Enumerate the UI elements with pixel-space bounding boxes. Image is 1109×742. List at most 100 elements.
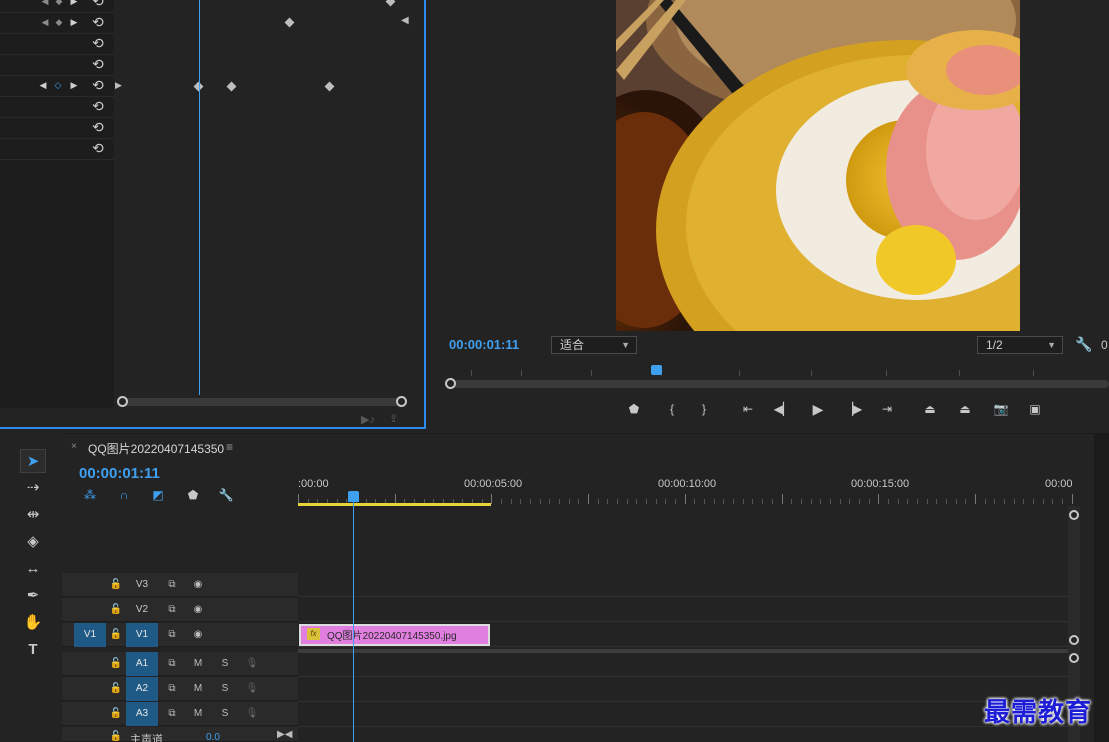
next-keyframe-icon[interactable]: ▶ bbox=[69, 16, 79, 28]
track-lane-v2[interactable] bbox=[298, 598, 1068, 622]
track-target-a3[interactable]: A3 bbox=[126, 702, 158, 726]
microphone-icon[interactable]: 🎙 bbox=[244, 652, 260, 676]
reset-icon[interactable]: ⟲ bbox=[92, 14, 108, 30]
snap-icon[interactable]: ∩ bbox=[116, 487, 132, 503]
sync-lock-icon[interactable]: ⧉ bbox=[164, 702, 180, 726]
track-target-v2[interactable]: V2 bbox=[126, 598, 158, 622]
hand-icon[interactable]: ✋ bbox=[20, 611, 46, 635]
scroll-handle[interactable] bbox=[1069, 653, 1079, 663]
solo-button[interactable]: S bbox=[217, 677, 233, 701]
program-time-ruler[interactable] bbox=[441, 362, 1109, 390]
microphone-icon[interactable]: 🎙 bbox=[244, 677, 260, 701]
extract-icon[interactable]: ⏏ bbox=[955, 400, 975, 418]
timeline-timecode[interactable]: 00:00:01:11 bbox=[79, 465, 160, 482]
fx-badge-icon[interactable]: fx bbox=[307, 628, 320, 640]
wrench-icon[interactable]: 🔧 bbox=[218, 487, 234, 503]
mute-button[interactable]: M bbox=[190, 652, 206, 676]
prev-keyframe-icon[interactable]: ◀ bbox=[40, 16, 50, 28]
scroll-start-handle[interactable] bbox=[445, 378, 456, 389]
track-lane-a2[interactable] bbox=[298, 678, 1068, 702]
effect-controls-scrollbar[interactable] bbox=[117, 396, 407, 407]
lock-icon[interactable]: 🔓 bbox=[108, 652, 124, 676]
program-timecode[interactable]: 00:00:01:11 bbox=[449, 337, 519, 352]
add-keyframe-icon[interactable]: ◇ bbox=[53, 79, 63, 91]
add-keyframe-icon[interactable]: ◆ bbox=[54, 16, 64, 28]
add-keyframe-icon[interactable]: ◆ bbox=[54, 0, 64, 7]
scroll-end-handle[interactable] bbox=[396, 396, 407, 407]
lock-icon[interactable]: 🔓 bbox=[108, 677, 124, 701]
lock-icon[interactable]: 🔓 bbox=[108, 573, 124, 597]
keyframe-diamond-icon[interactable] bbox=[226, 81, 237, 92]
track-lane-v3[interactable] bbox=[298, 573, 1068, 597]
keyframe-diamond-icon[interactable] bbox=[324, 81, 335, 92]
microphone-icon[interactable]: 🎙 bbox=[244, 702, 260, 726]
linked-selection-icon[interactable]: ◩ bbox=[150, 487, 166, 503]
timeline-playhead[interactable] bbox=[353, 500, 354, 742]
track-lane-a1[interactable] bbox=[298, 653, 1068, 677]
scroll-handle[interactable] bbox=[1069, 635, 1079, 645]
prev-keyframe-icon[interactable]: ◀ bbox=[40, 0, 50, 7]
sync-lock-icon[interactable]: ⧉ bbox=[164, 623, 180, 647]
reset-icon[interactable]: ⟲ bbox=[92, 98, 108, 114]
lock-icon[interactable]: 🔓 bbox=[108, 598, 124, 622]
track-select-forward-icon[interactable]: ⇢ bbox=[20, 476, 46, 500]
track-target-a2[interactable]: A2 bbox=[126, 677, 158, 701]
program-zoom-scrollbar[interactable] bbox=[445, 378, 1109, 389]
eye-icon[interactable]: ◉ bbox=[190, 598, 206, 622]
export-icon[interactable]: ⇪ bbox=[389, 412, 398, 425]
sync-lock-icon[interactable]: ⧉ bbox=[164, 677, 180, 701]
add-marker-icon[interactable]: ⬟ bbox=[624, 400, 644, 418]
lock-icon[interactable]: 🔓 bbox=[108, 727, 124, 742]
lock-icon[interactable]: 🔓 bbox=[108, 702, 124, 726]
timeline-time-ruler[interactable]: :00:00 00:00:05:00 00:00:10:00 00:00:15:… bbox=[298, 474, 1073, 506]
master-volume-value[interactable]: 0.0 bbox=[206, 732, 220, 742]
source-patch-v1[interactable]: V1 bbox=[74, 623, 106, 647]
go-to-out-icon[interactable]: ⇥ bbox=[877, 400, 897, 418]
step-back-icon[interactable]: ◀▏ bbox=[773, 400, 793, 418]
solo-button[interactable]: S bbox=[217, 652, 233, 676]
ripple-edit-icon[interactable]: ⇹ bbox=[20, 503, 46, 527]
panel-menu-icon[interactable]: ≡ bbox=[226, 440, 233, 454]
keyframe-graph-area[interactable]: ◀ ▶ bbox=[114, 0, 424, 408]
next-keyframe-icon[interactable]: ▶ bbox=[69, 0, 79, 7]
prev-keyframe-icon[interactable]: ◀ bbox=[38, 79, 48, 91]
go-to-end-icon[interactable]: ▶◀ bbox=[277, 729, 292, 740]
scroll-handle[interactable] bbox=[1069, 510, 1079, 520]
mark-in-icon[interactable]: { bbox=[662, 400, 682, 418]
next-keyframe-icon[interactable]: ▶ bbox=[69, 79, 79, 91]
keyframe-diamond-icon[interactable] bbox=[284, 17, 295, 28]
lock-icon[interactable]: 🔓 bbox=[108, 623, 124, 647]
keyframe-diamond-icon[interactable] bbox=[385, 0, 396, 7]
selection-tool-icon[interactable]: ➤ bbox=[20, 449, 46, 473]
track-target-a1[interactable]: A1 bbox=[126, 652, 158, 676]
sync-lock-icon[interactable]: ⧉ bbox=[164, 573, 180, 597]
track-target-v3[interactable]: V3 bbox=[126, 573, 158, 597]
nest-sequence-icon[interactable]: ⁂ bbox=[82, 487, 98, 503]
zoom-level-dropdown[interactable]: 适合 ▼ bbox=[551, 336, 637, 354]
effect-controls-playhead[interactable] bbox=[199, 0, 200, 395]
sequence-tab-title[interactable]: QQ图片20220407145350 bbox=[88, 440, 224, 457]
sync-lock-icon[interactable]: ⧉ bbox=[164, 598, 180, 622]
sync-lock-icon[interactable]: ⧉ bbox=[164, 652, 180, 676]
step-forward-icon[interactable]: ▕▶ bbox=[843, 400, 863, 418]
resolution-dropdown[interactable]: 1/2 ▼ bbox=[977, 336, 1063, 354]
mute-button[interactable]: M bbox=[190, 677, 206, 701]
eye-icon[interactable]: ◉ bbox=[190, 623, 206, 647]
timeline-clip[interactable]: fx QQ图片20220407145350.jpg bbox=[299, 624, 490, 646]
eye-icon[interactable]: ◉ bbox=[190, 573, 206, 597]
add-marker-icon[interactable]: ⬟ bbox=[185, 487, 201, 503]
close-tab-icon[interactable]: × bbox=[71, 441, 77, 452]
slip-icon[interactable]: ↔ bbox=[20, 557, 46, 581]
program-playhead[interactable] bbox=[651, 365, 662, 375]
reset-icon[interactable]: ⟲ bbox=[92, 140, 108, 156]
reset-icon[interactable]: ⟲ bbox=[92, 35, 108, 51]
reset-icon[interactable]: ⟲ bbox=[92, 0, 108, 9]
mute-button[interactable]: M bbox=[190, 702, 206, 726]
play-icon[interactable]: ▶ bbox=[808, 400, 828, 418]
reset-icon[interactable]: ⟲ bbox=[92, 119, 108, 135]
razor-icon[interactable]: ◈ bbox=[20, 530, 46, 554]
wrench-icon[interactable]: 🔧 bbox=[1075, 336, 1092, 353]
reset-icon[interactable]: ⟲ bbox=[92, 77, 108, 93]
solo-button[interactable]: S bbox=[217, 702, 233, 726]
reset-icon[interactable]: ⟲ bbox=[92, 56, 108, 72]
